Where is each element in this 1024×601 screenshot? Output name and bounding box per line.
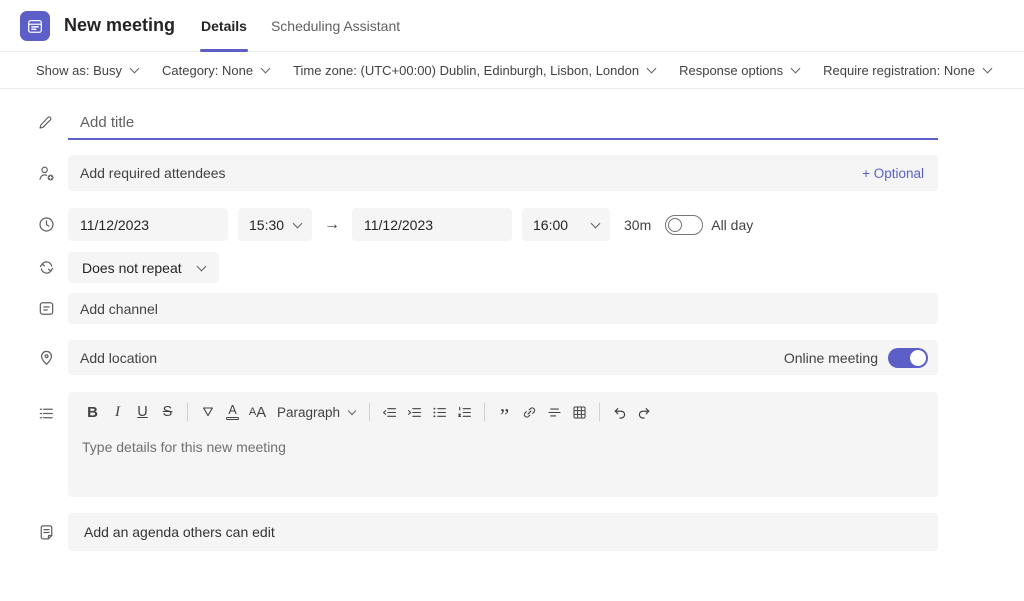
tab-scheduling-assistant[interactable]: Scheduling Assistant xyxy=(259,0,412,51)
meeting-options-toolbar: Show as: Busy Category: None Time zone: … xyxy=(0,52,1024,89)
chevron-down-icon xyxy=(647,64,657,74)
chevron-down-icon xyxy=(591,218,601,228)
repeat-select[interactable]: Does not repeat xyxy=(68,252,219,283)
highlight-icon[interactable] xyxy=(195,400,220,424)
toolbar-divider xyxy=(599,403,600,421)
meeting-form: + Optional 15:30 → 16:00 30m All day xyxy=(0,89,1024,551)
channel-icon xyxy=(36,299,56,318)
underline-button[interactable]: U xyxy=(130,400,155,424)
location-pin-icon xyxy=(36,348,56,367)
response-options-dropdown[interactable]: Response options xyxy=(679,63,799,78)
channel-row xyxy=(36,293,938,324)
toggle-knob xyxy=(668,218,682,232)
start-date-input[interactable] xyxy=(68,208,228,241)
person-add-icon xyxy=(36,164,56,183)
editor-toolbar: B I U S A AA xyxy=(80,399,926,425)
category-dropdown[interactable]: Category: None xyxy=(162,63,269,78)
online-meeting-label: Online meeting xyxy=(784,350,878,366)
font-size-button[interactable]: AA xyxy=(245,400,270,424)
details-list-icon xyxy=(36,404,56,423)
chevron-down-icon xyxy=(791,64,801,74)
attendees-field: + Optional xyxy=(68,155,938,191)
title-row xyxy=(36,106,938,140)
details-row: B I U S A AA xyxy=(36,392,938,497)
toolbar-divider xyxy=(187,403,188,421)
pencil-icon xyxy=(36,114,56,132)
all-day-toggle[interactable] xyxy=(665,215,703,235)
arrow-right-icon: → xyxy=(324,216,340,234)
start-time-select[interactable]: 15:30 xyxy=(238,208,312,241)
datetime-row: 15:30 → 16:00 30m All day xyxy=(36,208,938,241)
numbered-list-icon[interactable] xyxy=(452,400,477,424)
tab-bar: Details Scheduling Assistant xyxy=(189,0,412,51)
notepad-icon xyxy=(36,523,56,542)
clock-icon xyxy=(36,215,56,234)
paragraph-style-dropdown[interactable]: Paragraph xyxy=(270,405,362,420)
repeat-icon xyxy=(36,258,56,277)
details-editor[interactable]: B I U S A AA xyxy=(68,392,938,497)
indent-icon[interactable] xyxy=(402,400,427,424)
timezone-dropdown[interactable]: Time zone: (UTC+00:00) Dublin, Edinburgh… xyxy=(293,63,655,78)
table-icon[interactable] xyxy=(567,400,592,424)
undo-icon[interactable] xyxy=(607,400,632,424)
color-bar xyxy=(226,417,239,420)
chevron-down-icon xyxy=(293,218,303,228)
font-color-button[interactable]: A xyxy=(220,400,245,424)
attendees-row: + Optional xyxy=(36,155,938,191)
end-time-select[interactable]: 16:00 xyxy=(522,208,610,241)
channel-input[interactable] xyxy=(68,293,938,324)
horizontal-rule-icon[interactable] xyxy=(542,400,567,424)
show-as-dropdown[interactable]: Show as: Busy xyxy=(36,63,138,78)
chevron-down-icon xyxy=(196,261,206,271)
chevron-down-icon xyxy=(130,64,140,74)
quote-button[interactable]: ” xyxy=(492,400,517,424)
chevron-down-icon xyxy=(348,406,356,414)
location-input[interactable] xyxy=(68,340,784,375)
add-optional-attendees-link[interactable]: + Optional xyxy=(862,166,938,181)
require-registration-dropdown[interactable]: Require registration: None xyxy=(823,63,991,78)
header: New meeting Details Scheduling Assistant xyxy=(0,0,1024,52)
chevron-down-icon xyxy=(261,64,271,74)
agenda-row xyxy=(36,513,938,551)
location-field: Online meeting xyxy=(68,340,938,375)
location-row: Online meeting xyxy=(36,340,938,375)
redo-icon[interactable] xyxy=(632,400,657,424)
duration-label: 30m xyxy=(624,217,651,233)
toolbar-divider xyxy=(484,403,485,421)
toggle-knob xyxy=(910,350,926,366)
italic-button[interactable]: I xyxy=(105,400,130,424)
bullet-list-icon[interactable] xyxy=(427,400,452,424)
chevron-down-icon xyxy=(982,64,992,74)
calendar-app-icon xyxy=(20,11,50,41)
toolbar-divider xyxy=(369,403,370,421)
bold-button[interactable]: B xyxy=(80,400,105,424)
page-title: New meeting xyxy=(64,15,175,36)
end-date-input[interactable] xyxy=(352,208,512,241)
outdent-icon[interactable] xyxy=(377,400,402,424)
link-icon[interactable] xyxy=(517,400,542,424)
tab-details[interactable]: Details xyxy=(189,0,259,51)
details-placeholder: Type details for this new meeting xyxy=(80,439,926,455)
agenda-input[interactable] xyxy=(68,513,938,551)
meeting-title-input[interactable] xyxy=(68,106,938,140)
required-attendees-input[interactable] xyxy=(68,155,862,191)
online-meeting-toggle[interactable] xyxy=(888,348,928,368)
strikethrough-button[interactable]: S xyxy=(155,400,180,424)
repeat-row: Does not repeat xyxy=(36,252,938,283)
all-day-label: All day xyxy=(711,217,753,233)
